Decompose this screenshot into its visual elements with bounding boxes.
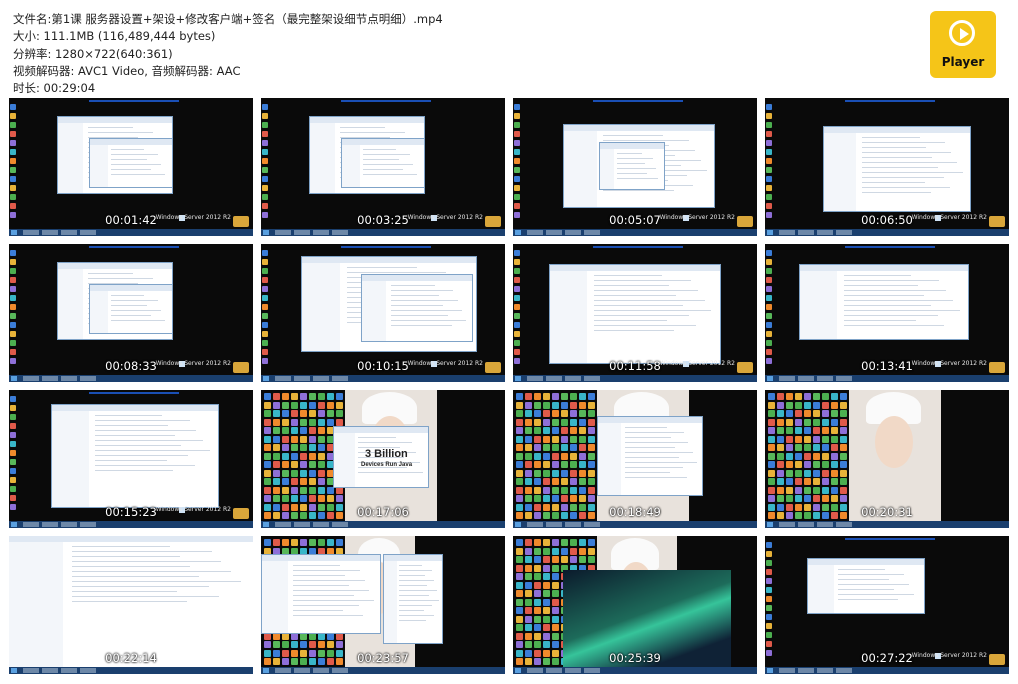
- video-thumbnail[interactable]: Windows Server 2012 R2 00:15:23: [9, 390, 253, 528]
- window-screenshot: [799, 264, 969, 340]
- thumbnail-timestamp: 00:10:15: [357, 359, 409, 373]
- window-screenshot: [361, 274, 473, 342]
- taskbar: [261, 667, 505, 674]
- thumbnail-timestamp: 00:05:07: [609, 213, 661, 227]
- thumbnail-timestamp: 00:20:31: [861, 505, 913, 519]
- window-screenshot: [807, 558, 925, 614]
- video-thumbnail[interactable]: 00:25:39: [513, 536, 757, 674]
- window-screenshot: [9, 536, 253, 667]
- player-logo-label: Player: [941, 55, 985, 69]
- thumbnail-timestamp: 00:18:49: [609, 505, 661, 519]
- thumbnail-timestamp: 00:15:23: [105, 505, 157, 519]
- window-screenshot: [89, 284, 173, 334]
- taskbar: [9, 521, 253, 528]
- file-codec: 视频解码器: AVC1 Video, 音频解码器: AAC: [13, 63, 241, 78]
- video-thumbnail[interactable]: 00:23:57: [261, 536, 505, 674]
- window-screenshot: [383, 554, 443, 644]
- taskbar: [261, 375, 505, 382]
- window-screenshot: [549, 264, 721, 364]
- video-thumbnail[interactable]: Windows Server 2012 R2 00:11:58: [513, 244, 757, 382]
- window-screenshot: [341, 138, 425, 188]
- taskbar: [513, 229, 757, 236]
- window-screenshot: [597, 416, 703, 496]
- thumbnail-timestamp: 00:27:22: [861, 651, 913, 665]
- video-thumbnail[interactable]: Windows Server 2012 R2 00:06:50: [765, 98, 1009, 236]
- window-screenshot: [823, 126, 971, 212]
- video-thumbnail[interactable]: Windows Server 2012 R2 00:05:07: [513, 98, 757, 236]
- taskbar: [765, 229, 1009, 236]
- video-thumbnail[interactable]: 00:22:14: [9, 536, 253, 674]
- player-logo: Player: [930, 11, 996, 78]
- video-thumbnail[interactable]: Windows Server 2012 R2 00:27:22: [765, 536, 1009, 674]
- video-thumbnail[interactable]: Windows Server 2012 R2 00:08:33: [9, 244, 253, 382]
- thumbnail-timestamp: 00:11:58: [609, 359, 661, 373]
- play-icon: [949, 20, 975, 46]
- file-resolution: 分辨率: 1280×722(640:361): [13, 46, 173, 61]
- taskbar: [513, 521, 757, 528]
- thumbnail-timestamp: 00:06:50: [861, 213, 913, 227]
- video-thumbnail[interactable]: 00:20:31: [765, 390, 1009, 528]
- video-thumbnail[interactable]: Windows Server 2012 R2 00:13:41: [765, 244, 1009, 382]
- thumbnail-timestamp: 00:23:57: [357, 651, 409, 665]
- window-screenshot: [599, 142, 665, 190]
- java-banner-subtitle: Devices Run Java: [361, 462, 413, 468]
- window-screenshot: [89, 138, 173, 188]
- thumbnail-timestamp: 00:22:14: [105, 651, 157, 665]
- file-name: 文件名:第1课 服务器设置+架设+修改客户端+签名（最完整架设细节点明细）.mp…: [13, 12, 443, 26]
- file-duration: 时长: 00:29:04: [13, 81, 96, 96]
- thumbnail-timestamp: 00:25:39: [609, 651, 661, 665]
- taskbar: [513, 667, 757, 674]
- thumbnail-timestamp: 00:03:25: [357, 213, 409, 227]
- taskbar: [513, 375, 757, 382]
- taskbar: [9, 229, 253, 236]
- video-thumbnail[interactable]: Windows Server 2012 R2 00:03:25: [261, 98, 505, 236]
- window-screenshot: [51, 404, 219, 508]
- window-screenshot: [261, 554, 381, 634]
- taskbar: [261, 521, 505, 528]
- file-info: 文件名:第1课 服务器设置+架设+修改客户端+签名（最完整架设细节点明细）.mp…: [13, 11, 443, 97]
- video-thumbnail[interactable]: 00:18:49: [513, 390, 757, 528]
- taskbar: [9, 375, 253, 382]
- thumbnail-timestamp: 00:13:41: [861, 359, 913, 373]
- video-thumbnail[interactable]: 3 Billion Devices Run Java 00:17:06: [261, 390, 505, 528]
- thumbnail-timestamp: 00:08:33: [105, 359, 157, 373]
- video-thumbnail[interactable]: Windows Server 2012 R2 00:10:15: [261, 244, 505, 382]
- taskbar: [765, 521, 1009, 528]
- taskbar: [261, 229, 505, 236]
- taskbar: [765, 375, 1009, 382]
- thumbnail-timestamp: 00:17:06: [357, 505, 409, 519]
- video-thumbnail[interactable]: Windows Server 2012 R2 00:01:42: [9, 98, 253, 236]
- thumbnail-timestamp: 00:01:42: [105, 213, 157, 227]
- java-banner-title: 3 Billion: [365, 448, 408, 460]
- file-size: 大小: 111.1MB (116,489,444 bytes): [13, 29, 216, 44]
- taskbar: [9, 667, 253, 674]
- taskbar: [765, 667, 1009, 674]
